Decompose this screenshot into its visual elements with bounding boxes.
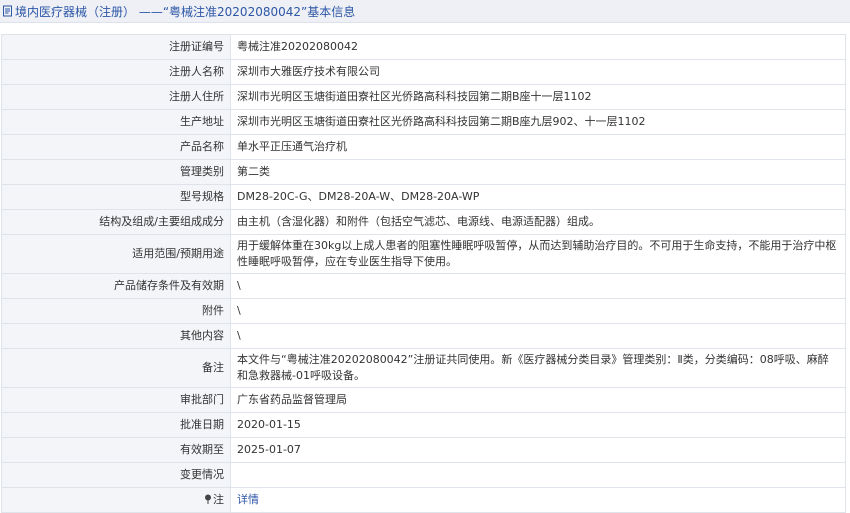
row-value: 深圳市光明区玉塘街道田寮社区光侨路高科科技园第二期B座十一层1102 — [230, 84, 846, 110]
table-row: 结构及组成/主要组成成分 由主机（含湿化器）和附件（包括空气滤芯、电源线、电源适… — [1, 209, 846, 235]
row-label: 生产地址 — [1, 109, 231, 135]
table-row: 备注 本文件与“粤械注准20202080042”注册证共同使用。新《医疗器械分类… — [1, 348, 846, 388]
table-row: 注册证编号 粤械注准20202080042 — [1, 34, 846, 60]
row-label: 备注 — [1, 348, 231, 388]
row-label: 注 — [213, 493, 224, 506]
table-row: 变更情况 — [1, 462, 846, 488]
table-row: 注册人住所 深圳市光明区玉塘街道田寮社区光侨路高科科技园第二期B座十一层1102 — [1, 84, 846, 110]
row-label: 审批部门 — [1, 387, 231, 413]
info-table: 注册证编号 粤械注准20202080042 注册人名称 深圳市大雅医疗技术有限公… — [1, 34, 846, 513]
table-row: 适用范围/预期用途 用于缓解体重在30kg以上成人患者的阻塞性睡眠呼吸暂停，从而… — [1, 234, 846, 274]
row-value: DM28-20C-G、DM28-20A-W、DM28-20A-WP — [230, 184, 846, 210]
table-row: 生产地址 深圳市光明区玉塘街道田寮社区光侨路高科科技园第二期B座九层902、十一… — [1, 109, 846, 135]
table-row: 管理类别 第二类 — [1, 159, 846, 185]
row-value: 2020-01-15 — [230, 412, 846, 438]
pin-icon — [204, 493, 212, 504]
row-value: \ — [230, 298, 846, 324]
row-value — [230, 462, 846, 488]
row-label: 注册人名称 — [1, 59, 231, 85]
table-row: 产品储存条件及有效期 \ — [1, 273, 846, 299]
table-row: 审批部门 广东省药品监督管理局 — [1, 387, 846, 413]
table-row: 其他内容 \ — [1, 323, 846, 349]
row-label: 有效期至 — [1, 437, 231, 463]
row-value: 单水平正压通气治疗机 — [230, 134, 846, 160]
row-value: 第二类 — [230, 159, 846, 185]
table-row: 注册人名称 深圳市大雅医疗技术有限公司 — [1, 59, 846, 85]
table-row: 附件 \ — [1, 298, 846, 324]
row-label: 结构及组成/主要组成成分 — [1, 209, 231, 235]
row-value: 粤械注准20202080042 — [230, 34, 846, 60]
row-value: \ — [230, 273, 846, 299]
row-value: 广东省药品监督管理局 — [230, 387, 846, 413]
row-value: \ — [230, 323, 846, 349]
page-header: 境内医疗器械（注册） ——“粤械注准20202080042”基本信息 — [0, 0, 850, 23]
details-link[interactable]: 详情 — [237, 493, 259, 506]
table-row: 注 详情 — [1, 487, 846, 513]
row-value: 深圳市光明区玉塘街道田寮社区光侨路高科科技园第二期B座九层902、十一层1102 — [230, 109, 846, 135]
document-icon — [2, 5, 14, 17]
row-label: 产品名称 — [1, 134, 231, 160]
row-label: 适用范围/预期用途 — [1, 234, 231, 274]
row-label: 变更情况 — [1, 462, 231, 488]
row-label: 注册人住所 — [1, 84, 231, 110]
row-label: 附件 — [1, 298, 231, 324]
row-value: 2025-01-07 — [230, 437, 846, 463]
table-row: 产品名称 单水平正压通气治疗机 — [1, 134, 846, 160]
table-row: 批准日期 2020-01-15 — [1, 412, 846, 438]
row-label: 其他内容 — [1, 323, 231, 349]
table-row: 有效期至 2025-01-07 — [1, 437, 846, 463]
row-label: 批准日期 — [1, 412, 231, 438]
row-label: 产品储存条件及有效期 — [1, 273, 231, 299]
row-value: 由主机（含湿化器）和附件（包括空气滤芯、电源线、电源适配器）组成。 — [230, 209, 846, 235]
row-value-cell: 详情 — [230, 487, 846, 513]
page-title: 境内医疗器械（注册） ——“粤械注准20202080042”基本信息 — [15, 4, 356, 19]
row-label: 型号规格 — [1, 184, 231, 210]
row-value: 深圳市大雅医疗技术有限公司 — [230, 59, 846, 85]
note-label-cell: 注 — [1, 487, 231, 513]
row-label: 注册证编号 — [1, 34, 231, 60]
row-value: 本文件与“粤械注准20202080042”注册证共同使用。新《医疗器械分类目录》… — [230, 348, 846, 388]
row-label: 管理类别 — [1, 159, 231, 185]
table-row: 型号规格 DM28-20C-G、DM28-20A-W、DM28-20A-WP — [1, 184, 846, 210]
row-value: 用于缓解体重在30kg以上成人患者的阻塞性睡眠呼吸暂停，从而达到辅助治疗目的。不… — [230, 234, 846, 274]
